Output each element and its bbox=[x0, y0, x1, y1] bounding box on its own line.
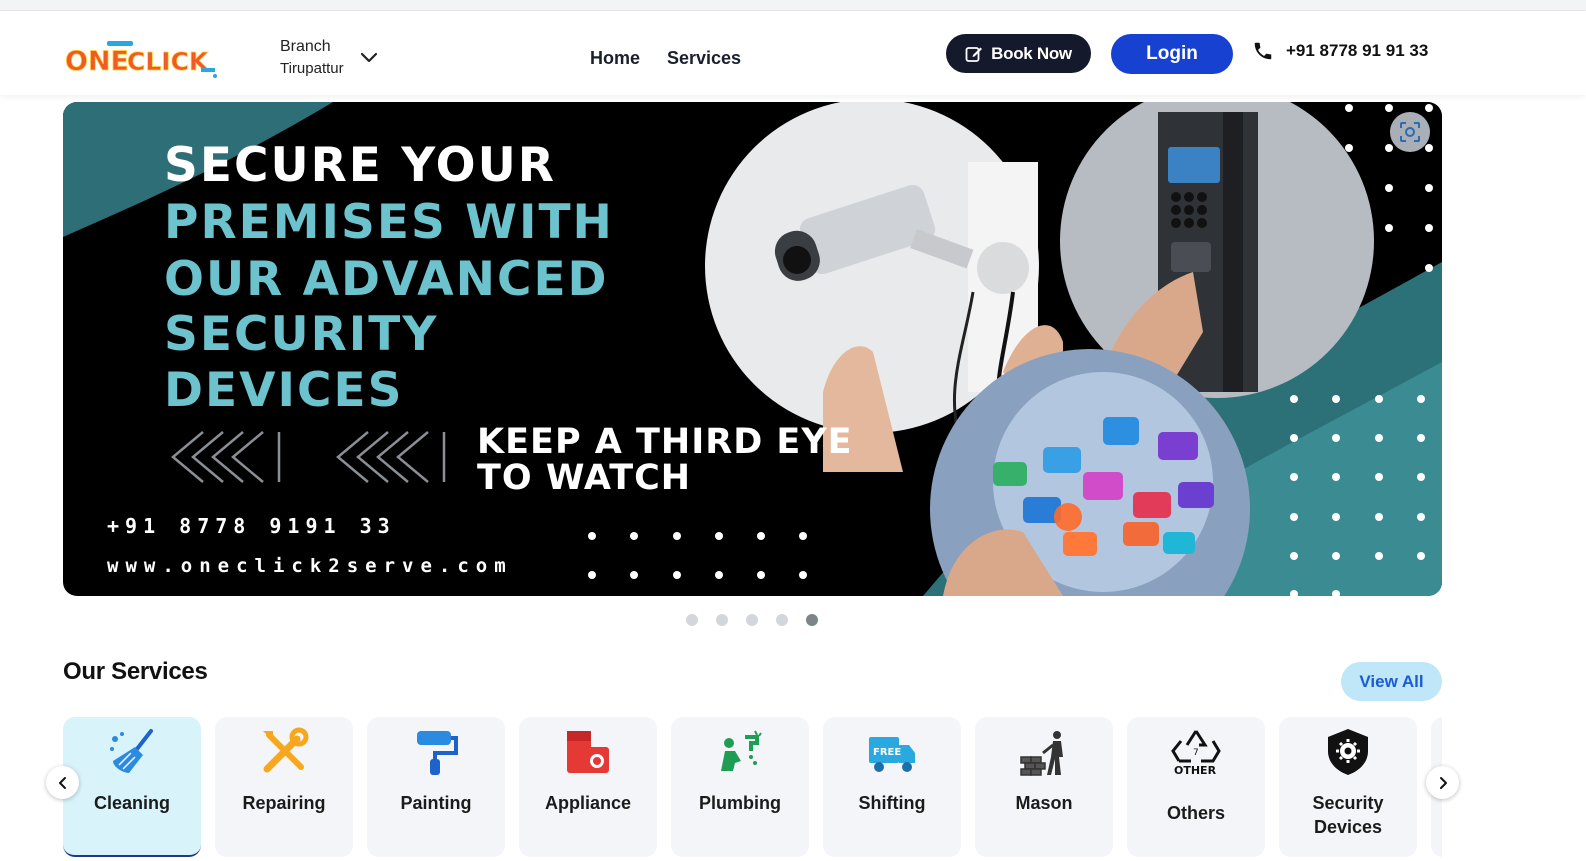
truck-icon-text: FREE bbox=[873, 747, 901, 758]
carousel-dot-4[interactable] bbox=[776, 614, 788, 626]
chevron-left-icon bbox=[58, 776, 66, 789]
shield-gear-icon bbox=[1328, 729, 1368, 775]
site-header: ONE CLICK Branch Tirupattur Home Service… bbox=[0, 11, 1586, 95]
chevron-right-icon bbox=[1439, 776, 1447, 789]
service-card-repairing[interactable]: Repairing bbox=[215, 717, 353, 857]
logo-text-click: CLICK bbox=[127, 47, 210, 76]
carousel-dot-5[interactable] bbox=[806, 614, 818, 626]
appliance-icon bbox=[567, 731, 609, 773]
carousel-next-button[interactable] bbox=[1426, 766, 1459, 799]
broom-icon bbox=[110, 729, 153, 773]
service-label-plumbing: Plumbing bbox=[699, 793, 781, 813]
branch-selector[interactable]: Branch Tirupattur bbox=[280, 36, 390, 80]
carousel-prev-button[interactable] bbox=[46, 766, 79, 799]
banner-tagline-2: TO WATCH bbox=[477, 458, 692, 498]
banner-website: www.oneclick2serve.com bbox=[107, 555, 513, 577]
service-label-painting: Painting bbox=[400, 793, 472, 813]
chevron-down-icon bbox=[360, 52, 378, 63]
service-label-shifting: Shifting bbox=[858, 793, 926, 813]
image-search-button[interactable] bbox=[1390, 112, 1430, 152]
plumber-icon bbox=[721, 730, 762, 771]
banner-headline-2: PREMISES WITH bbox=[164, 195, 614, 250]
phone-icon bbox=[1254, 42, 1272, 60]
truck-icon: FREE bbox=[869, 737, 915, 772]
service-card-painting[interactable]: Painting bbox=[367, 717, 505, 857]
services-carousel: Cleaning Repairing Painting Appliance Pl… bbox=[63, 717, 1442, 861]
services-title: Our Services bbox=[63, 658, 208, 685]
login-button[interactable]: Login bbox=[1111, 34, 1233, 74]
banner-headline-3: OUR ADVANCED bbox=[164, 252, 609, 307]
edit-icon bbox=[965, 46, 983, 62]
header-phone-number: +91 8778 91 91 33 bbox=[1286, 41, 1429, 60]
tools-icon bbox=[263, 727, 309, 773]
view-all-button[interactable]: View All bbox=[1341, 662, 1442, 701]
banner-phone: +91 8778 9191 33 bbox=[107, 514, 396, 538]
service-card-appliance[interactable]: Appliance bbox=[519, 717, 657, 857]
service-card-cleaning[interactable]: Cleaning bbox=[63, 717, 201, 857]
banner-headline-5: DEVICES bbox=[164, 363, 404, 418]
recycle-icon: 7 OTHER bbox=[1171, 730, 1221, 777]
view-all-label: View All bbox=[1359, 671, 1424, 691]
service-card-security-devices[interactable]: Security Devices bbox=[1279, 717, 1417, 857]
carousel-dot-3[interactable] bbox=[746, 614, 758, 626]
logo-text-one: ONE bbox=[65, 46, 129, 77]
service-label-security-devices: Security Devices bbox=[1312, 793, 1384, 837]
paint-roller-icon bbox=[417, 731, 458, 775]
carousel-pagination bbox=[686, 614, 818, 628]
service-label-repairing: Repairing bbox=[242, 793, 326, 813]
carousel-dot-1[interactable] bbox=[686, 614, 698, 626]
recycle-icon-number: 7 bbox=[1193, 748, 1199, 758]
service-card-shifting[interactable]: FREE Shifting bbox=[823, 717, 961, 857]
nav-home[interactable]: Home bbox=[590, 48, 640, 69]
top-strip bbox=[0, 0, 1586, 11]
service-card-others[interactable]: 7 OTHER Others bbox=[1127, 717, 1265, 857]
service-card-plumbing[interactable]: Plumbing bbox=[671, 717, 809, 857]
banner-tagline-1: KEEP A THIRD EYE bbox=[477, 422, 853, 462]
service-label-mason: Mason bbox=[1015, 793, 1073, 813]
logo[interactable]: ONE CLICK bbox=[63, 38, 223, 80]
banner-headline-4: SECURITY bbox=[164, 307, 439, 362]
recycle-icon-text: OTHER bbox=[1174, 764, 1217, 777]
login-label: Login bbox=[1146, 43, 1198, 64]
header-phone[interactable]: +91 8778 91 91 33 bbox=[1252, 37, 1428, 65]
service-card-mason[interactable]: Mason bbox=[975, 717, 1113, 857]
service-label-others: Others bbox=[1166, 803, 1226, 823]
hero-banner[interactable]: SECURE YOUR PREMISES WITH OUR ADVANCED S… bbox=[63, 102, 1442, 596]
branch-value: Tirupattur bbox=[280, 60, 344, 77]
book-now-button[interactable]: Book Now bbox=[946, 34, 1091, 73]
service-label-appliance: Appliance bbox=[544, 793, 632, 813]
branch-label: Branch bbox=[280, 38, 331, 55]
carousel-dot-2[interactable] bbox=[716, 614, 728, 626]
nav-services[interactable]: Services bbox=[667, 48, 741, 69]
banner-headline-1: SECURE YOUR bbox=[164, 138, 556, 193]
service-label-cleaning: Cleaning bbox=[93, 793, 170, 813]
book-now-label: Book Now bbox=[991, 43, 1072, 63]
mason-icon bbox=[1020, 731, 1063, 776]
scan-icon bbox=[1400, 122, 1420, 142]
